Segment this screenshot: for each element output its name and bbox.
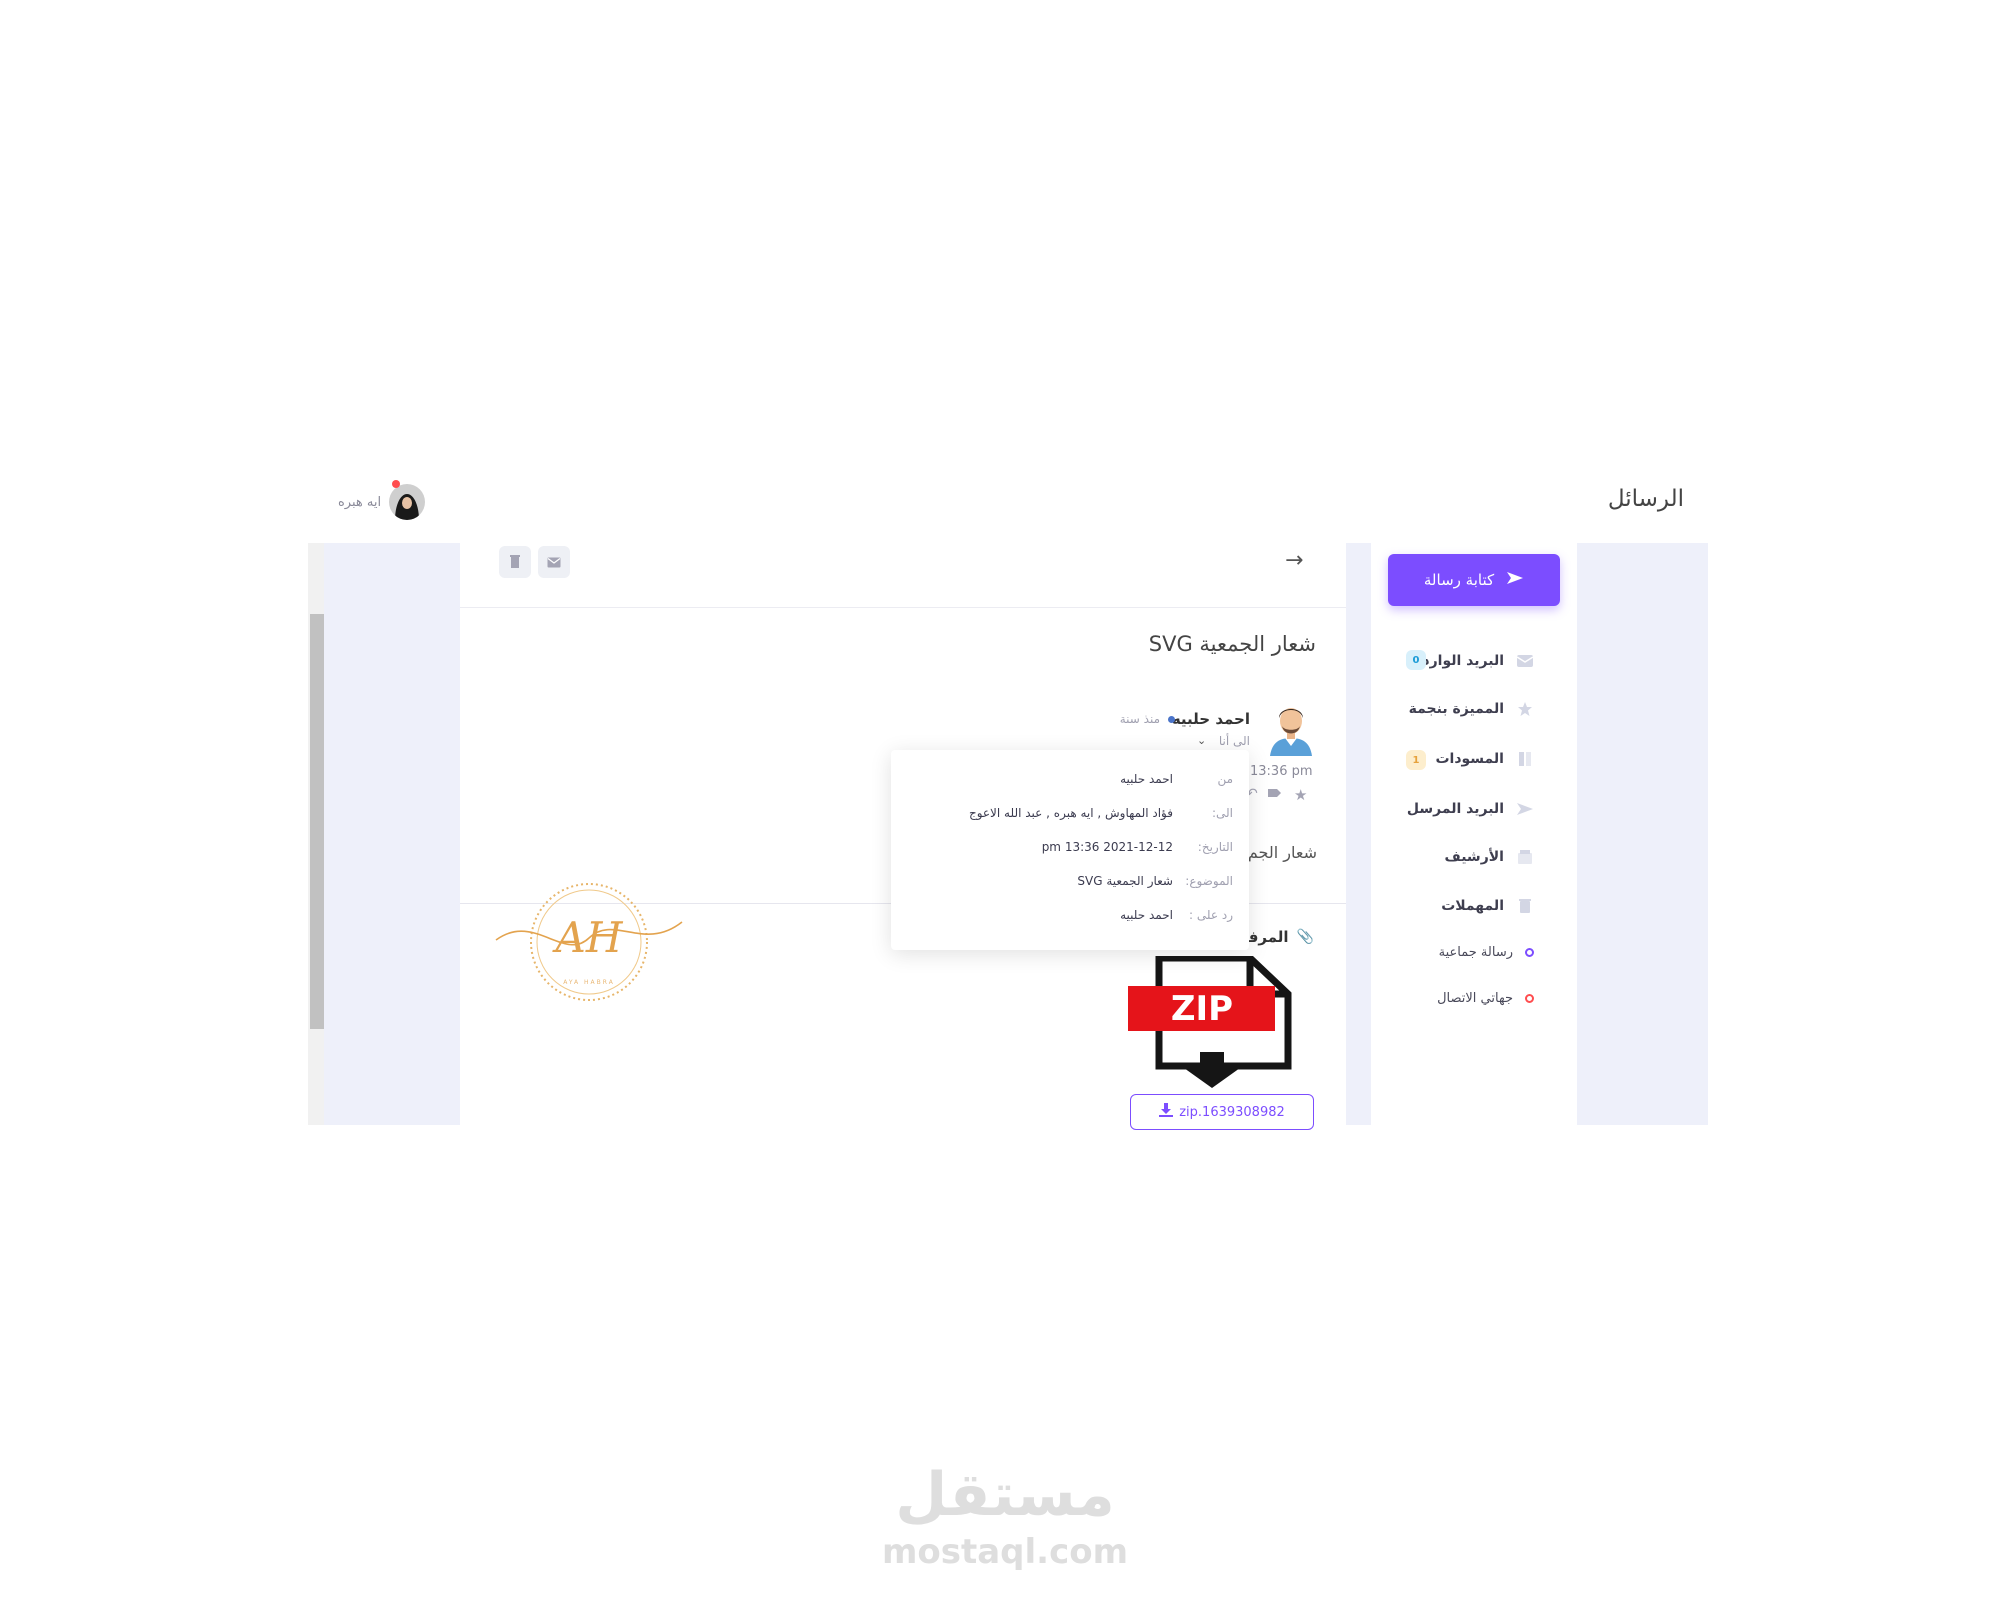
message-body: شعار الجم bbox=[1247, 843, 1317, 862]
mail-sidebar bbox=[1371, 543, 1577, 1125]
scrollbar-thumb[interactable] bbox=[310, 614, 324, 1029]
detail-label: الموضوع: bbox=[1185, 874, 1233, 888]
label-icon[interactable] bbox=[1268, 786, 1282, 802]
attachment-filename: zip.1639308982 bbox=[1179, 1104, 1285, 1120]
sidebar-item-group-message[interactable]: رسالة جماعية bbox=[1439, 945, 1534, 960]
mark-unread-button[interactable] bbox=[538, 546, 570, 578]
detail-value: احمد حلبيه bbox=[1120, 908, 1173, 922]
user-menu[interactable]: ايه هبره bbox=[338, 484, 426, 520]
message-details-popover: من احمد حلبيه الى: فؤاد المهاوش , ايه هب… bbox=[891, 750, 1249, 950]
detail-row-subject: الموضوع: شعار الجمعية SVG bbox=[891, 874, 1249, 908]
sender-name: احمد حلبيه bbox=[1171, 710, 1250, 728]
sidebar-item-label: البريد المرسل bbox=[1406, 801, 1504, 817]
send-icon bbox=[1506, 571, 1524, 589]
trash-icon bbox=[510, 553, 520, 572]
detail-row-to: الى: فؤاد المهاوش , ايه هبره , عبد الله … bbox=[891, 806, 1249, 840]
detail-row-reply-to: رد على : احمد حلبيه bbox=[891, 908, 1249, 942]
detail-row-date: التاريخ: 2021-12-12 13:36 pm bbox=[891, 840, 1249, 874]
sidebar-item-label: جهاتي الاتصال bbox=[1437, 991, 1513, 1006]
logo-initials: AH bbox=[552, 913, 624, 962]
sender-avatar bbox=[1266, 700, 1316, 756]
paperclip-icon: 📎 bbox=[1296, 929, 1314, 945]
sidebar-item-label: رسالة جماعية bbox=[1438, 945, 1513, 960]
sidebar-item-label: المسودات bbox=[1435, 751, 1504, 767]
trash-icon bbox=[1516, 898, 1534, 914]
avatar[interactable] bbox=[389, 484, 426, 520]
detail-label: الى: bbox=[1211, 806, 1233, 820]
download-icon bbox=[1159, 1103, 1174, 1121]
delete-button[interactable] bbox=[499, 546, 531, 578]
back-arrow-icon[interactable]: → bbox=[1285, 548, 1303, 573]
watermark-arabic: مستقل bbox=[895, 1460, 1115, 1530]
sidebar-item-label: البريد الوارد bbox=[1422, 653, 1504, 669]
notification-dot bbox=[392, 480, 400, 488]
compose-button[interactable]: كتابة رسالة bbox=[1388, 554, 1560, 606]
sidebar-item-label: المهملات bbox=[1441, 898, 1504, 914]
inbox-icon bbox=[1516, 653, 1534, 669]
watermark-latin: mostaql.com bbox=[881, 1532, 1129, 1572]
drafts-count-badge: 1 bbox=[1406, 750, 1426, 770]
circle-icon bbox=[1525, 948, 1534, 957]
detail-value: فؤاد المهاوش , ايه هبره , عبد الله الاعو… bbox=[968, 806, 1173, 820]
detail-row-from: من احمد حلبيه bbox=[891, 772, 1249, 806]
sidebar-item-starred[interactable]: المميزة بنجمة bbox=[1409, 701, 1534, 717]
chevron-down-icon[interactable]: ⌄ bbox=[1197, 734, 1206, 747]
logo-image: AH AYA HABRA bbox=[494, 872, 684, 1012]
sidebar-item-label: الأرشيف bbox=[1444, 849, 1504, 865]
detail-value: 2021-12-12 13:36 pm bbox=[1041, 840, 1173, 854]
zip-file-icon[interactable]: ZIP bbox=[1128, 954, 1316, 1088]
mail-icon bbox=[547, 553, 561, 572]
page-title: الرسائل bbox=[1607, 486, 1684, 512]
message-time: 13:36 pm bbox=[1250, 764, 1313, 779]
sidebar-item-contacts[interactable]: جهاتي الاتصال bbox=[1437, 991, 1534, 1006]
inbox-count-badge: 0 bbox=[1406, 650, 1426, 670]
sidebar-item-drafts[interactable]: المسودات bbox=[1435, 751, 1534, 767]
circle-icon bbox=[1525, 994, 1534, 1003]
detail-value: احمد حلبيه bbox=[1120, 772, 1173, 786]
star-icon[interactable]: ★ bbox=[1294, 786, 1307, 804]
sidebar-item-trash[interactable]: المهملات bbox=[1441, 898, 1534, 914]
archive-icon bbox=[1516, 849, 1534, 865]
zip-badge-text: ZIP bbox=[1171, 989, 1233, 1029]
sidebar-item-label: المميزة بنجمة bbox=[1408, 701, 1504, 717]
sidebar-item-inbox[interactable]: البريد الوارد bbox=[1422, 653, 1534, 669]
sent-relative-time: منذ سنة bbox=[1119, 712, 1160, 726]
online-status-dot bbox=[1168, 716, 1175, 723]
detail-value: شعار الجمعية SVG bbox=[1077, 874, 1173, 888]
toolbar-divider bbox=[460, 607, 1346, 608]
download-attachment-button[interactable]: zip.1639308982 bbox=[1130, 1094, 1314, 1130]
recipient-summary[interactable]: الى أنا bbox=[1219, 734, 1250, 748]
message-subject: شعار الجمعية SVG bbox=[1148, 632, 1316, 656]
detail-label: رد على : bbox=[1189, 908, 1233, 922]
compose-label: كتابة رسالة bbox=[1423, 571, 1495, 589]
draft-icon bbox=[1516, 751, 1534, 767]
logo-caption: AYA HABRA bbox=[563, 979, 615, 986]
user-name: ايه هبره bbox=[338, 494, 382, 510]
send-icon bbox=[1516, 801, 1534, 817]
star-icon bbox=[1516, 701, 1534, 717]
sidebar-item-archive[interactable]: الأرشيف bbox=[1445, 849, 1534, 865]
sidebar-item-sent[interactable]: البريد المرسل bbox=[1407, 801, 1534, 817]
detail-label: من bbox=[1217, 772, 1233, 786]
detail-label: التاريخ: bbox=[1197, 840, 1233, 854]
